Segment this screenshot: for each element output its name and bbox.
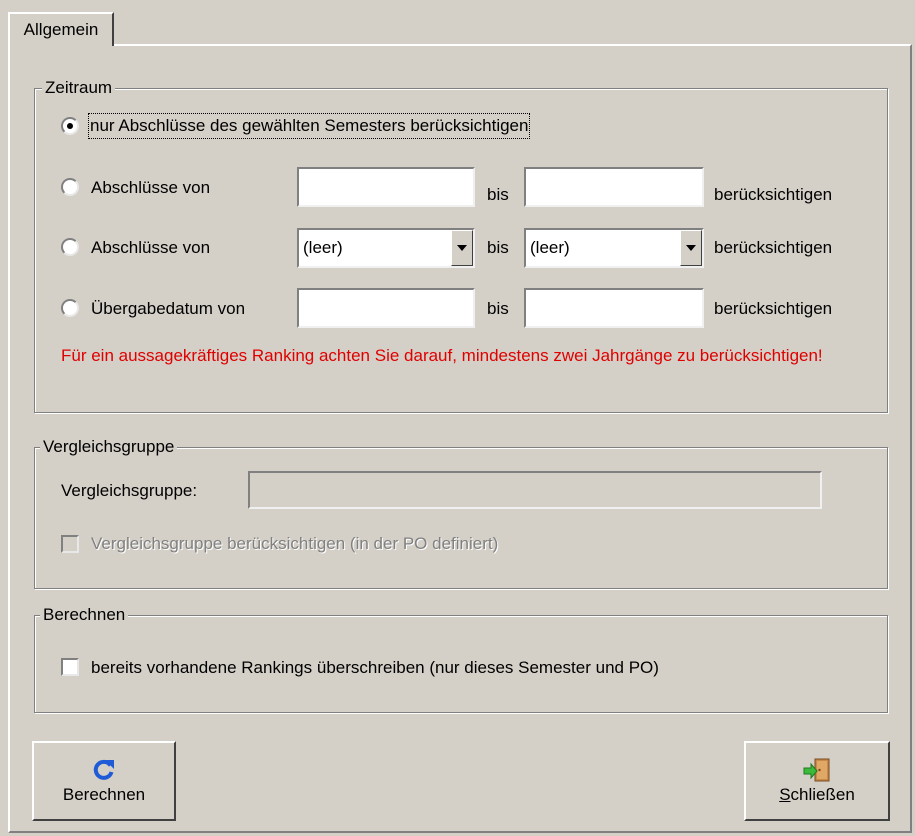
- refresh-icon: [92, 757, 116, 786]
- radio-abschluesse-text[interactable]: [61, 178, 79, 196]
- vergleichsgruppe-group: [34, 447, 888, 589]
- overwrite-rankings-label[interactable]: bereits vorhandene Rankings überschreibe…: [91, 657, 659, 679]
- radio-uebergabe[interactable]: [61, 299, 79, 317]
- abschluesse-to-select[interactable]: (leer): [524, 228, 704, 268]
- schliessen-label-rest: chließen: [790, 785, 855, 804]
- tab-allgemein-label: Allgemein: [23, 20, 99, 39]
- vergleichsgruppe-field-label: Vergleichsgruppe:: [61, 481, 198, 500]
- chevron-down-icon[interactable]: [680, 230, 702, 266]
- warning-text: Für ein aussagekräftiges Ranking achten …: [61, 346, 823, 365]
- schliessen-hotkey: S: [779, 785, 791, 804]
- abschluesse-from-input[interactable]: [297, 167, 475, 207]
- abschluesse-to-input[interactable]: [524, 167, 704, 207]
- berechnen-button[interactable]: Berechnen: [32, 741, 176, 821]
- suffix-label-3: berücksichtigen: [714, 299, 833, 318]
- schliessen-button-label: Schließen: [746, 785, 888, 805]
- radio-abschluesse-select-label[interactable]: Abschlüsse von: [91, 237, 210, 259]
- abschluesse-to-select-value: (leer): [530, 238, 570, 257]
- schliessen-button[interactable]: Schließen: [744, 741, 890, 821]
- radio-abschluesse-select[interactable]: [61, 238, 79, 256]
- bis-label-2: bis: [487, 238, 509, 257]
- vergleichsgruppe-checkbox: [61, 535, 79, 553]
- radio-semester-label[interactable]: nur Abschlüsse des gewählten Semesters b…: [87, 113, 531, 139]
- radio-uebergabe-label[interactable]: Übergabedatum von: [91, 298, 245, 320]
- exit-door-icon: [803, 757, 831, 788]
- radio-semester[interactable]: [61, 117, 79, 135]
- vergleichsgruppe-checkbox-label: Vergleichsgruppe berücksichtigen (in der…: [91, 534, 499, 553]
- uebergabe-to-input[interactable]: [524, 288, 704, 328]
- vergleichsgruppe-legend: Vergleichsgruppe: [40, 437, 178, 457]
- radio-abschluesse-text-label[interactable]: Abschlüsse von: [91, 177, 210, 199]
- berechnen-button-label: Berechnen: [62, 785, 146, 804]
- chevron-down-icon[interactable]: [451, 230, 473, 266]
- vergleichsgruppe-field: [248, 471, 822, 509]
- zeitraum-legend: Zeitraum: [42, 78, 116, 98]
- abschluesse-from-select-value: (leer): [303, 238, 343, 257]
- suffix-label-2: berücksichtigen: [714, 238, 833, 257]
- bis-label-1: bis: [487, 185, 509, 204]
- suffix-label-1: berücksichtigen: [714, 185, 833, 204]
- overwrite-rankings-checkbox[interactable]: [61, 658, 79, 676]
- abschluesse-from-select[interactable]: (leer): [297, 228, 475, 268]
- tab-allgemein[interactable]: Allgemein: [8, 12, 114, 46]
- bis-label-3: bis: [487, 299, 509, 318]
- uebergabe-from-input[interactable]: [297, 288, 475, 328]
- berechnen-legend: Berechnen: [40, 605, 129, 625]
